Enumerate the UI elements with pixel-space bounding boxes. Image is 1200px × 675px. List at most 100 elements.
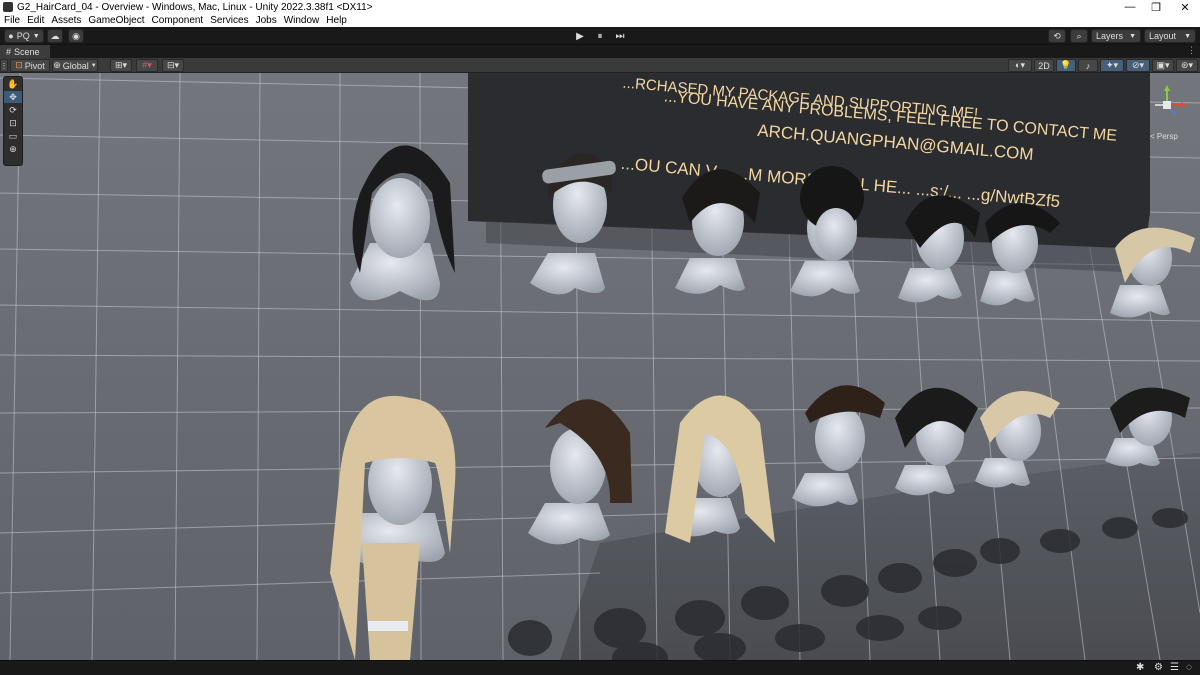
toolbar-grip[interactable]: ⋮	[0, 59, 8, 72]
account-icon: ●	[8, 31, 14, 41]
play-button[interactable]: ▶	[571, 28, 589, 44]
rect-icon: ▭	[8, 130, 18, 141]
effects-toggle[interactable]: ✦▾	[1100, 59, 1124, 72]
diagnostics-icon[interactable]: ✱	[1136, 662, 1144, 673]
scale-icon: ⊡	[9, 117, 17, 128]
maximize-button[interactable]: ❐	[1143, 0, 1169, 14]
menu-bar: File Edit Assets GameObject Component Se…	[0, 14, 1200, 27]
pivot-icon: ⊡	[15, 60, 23, 70]
title-bar: G2_HairCard_04 - Overview - Windows, Mac…	[0, 0, 1200, 14]
pivot-label: Pivot	[24, 60, 45, 71]
hand-icon: ✋	[7, 78, 19, 89]
transform-tools-panel: ✋ ✥ ⟳ ⊡ ▭ ⊕	[3, 76, 23, 166]
chevron-down-icon: ▼	[32, 32, 40, 40]
tab-bar: # Scene ⋮	[0, 45, 1200, 58]
grid-icon: #▾	[142, 60, 152, 70]
increment-snap-button[interactable]: ⊟▾	[162, 59, 184, 72]
snap-settings-button[interactable]: ⊞▾	[110, 59, 132, 72]
eye-slash-icon: ⊘▾	[1131, 60, 1145, 70]
layers-dropdown[interactable]: Layers ▼	[1091, 29, 1141, 43]
cloud-icon: ☁	[50, 30, 60, 41]
gizmos-button[interactable]: ⊛▾	[1176, 59, 1198, 72]
increment-icon: ⊟▾	[166, 60, 180, 70]
tab-scene[interactable]: # Scene	[0, 45, 50, 58]
globe-icon: ⊕	[53, 60, 61, 70]
camera-icon: ▣▾	[1156, 60, 1170, 70]
more-options-icon[interactable]: ⋮	[1187, 45, 1196, 56]
lighting-toggle[interactable]: 💡	[1056, 59, 1076, 72]
chevron-down-icon: ▼	[1184, 32, 1191, 40]
account-label: PQ	[16, 31, 30, 41]
view-tool-button[interactable]: ✋	[4, 78, 22, 90]
menu-edit[interactable]: Edit	[27, 15, 44, 26]
main-toolbar: ● PQ ▼ ☁ ◉ ▶ ⏸ ⏭ ⟲ ⌕ Layers ▼ Layout ▼	[0, 27, 1200, 45]
cloud-button[interactable]: ☁	[47, 29, 63, 43]
layers-label: Layers	[1096, 31, 1124, 41]
step-button[interactable]: ⏭	[611, 28, 629, 44]
minimize-button[interactable]: —	[1117, 0, 1143, 14]
collab-button[interactable]: ◉	[68, 29, 84, 43]
auto-generate-lighting-icon[interactable]: ◌	[1186, 662, 1192, 673]
transform-icon: ⊕	[9, 143, 17, 154]
2d-toggle[interactable]: 2D	[1034, 59, 1054, 72]
history-button[interactable]: ⟲	[1048, 29, 1066, 43]
global-toggle[interactable]: ⊕ Global ▼	[52, 59, 98, 72]
projection-label[interactable]: < Persp	[1150, 132, 1178, 141]
menu-component[interactable]: Component	[152, 15, 204, 26]
2d-label: 2D	[1038, 60, 1050, 71]
menu-help[interactable]: Help	[326, 15, 347, 26]
move-icon: ✥	[9, 91, 17, 102]
audio-toggle[interactable]: ♪	[1078, 59, 1098, 72]
rotate-icon: ⟳	[9, 104, 17, 115]
menu-gameobject[interactable]: GameObject	[88, 15, 144, 26]
pause-button[interactable]: ⏸	[591, 28, 609, 44]
menu-file[interactable]: File	[4, 15, 20, 26]
transform-tool-button[interactable]: ⊕	[4, 143, 22, 155]
collab-icon: ◉	[72, 30, 80, 41]
close-button[interactable]: ✕	[1172, 0, 1198, 14]
rotate-tool-button[interactable]: ⟳	[4, 104, 22, 116]
pivot-toggle[interactable]: ⊡ Pivot	[10, 59, 50, 72]
effects-icon: ✦▾	[1105, 60, 1119, 70]
progress-icon[interactable]: ☰	[1170, 662, 1179, 673]
unity-logo-icon	[3, 2, 13, 12]
layout-dropdown[interactable]: Layout ▼	[1144, 29, 1196, 43]
step-icon: ⏭	[615, 30, 625, 42]
snap-grid-icon: ⊞▾	[114, 60, 128, 70]
rect-tool-button[interactable]: ▭	[4, 130, 22, 142]
global-label: Global	[62, 60, 89, 71]
grid-snap-button[interactable]: #▾	[136, 59, 158, 72]
scene-visibility-toggle[interactable]: ⊘▾	[1126, 59, 1150, 72]
gizmos-icon: ⊛▾	[1180, 60, 1194, 70]
menu-assets[interactable]: Assets	[51, 15, 81, 26]
chevron-down-icon: ▼	[90, 62, 97, 69]
chevron-down-icon: ▼	[1129, 32, 1136, 40]
tab-scene-label: Scene	[14, 46, 40, 57]
scene-viewport[interactable]: ...RCHASED MY PACKAGE AND SUPPORTING ME!…	[0, 73, 1200, 660]
status-bar: ✱ ⚙ ☰ ◌	[0, 660, 1200, 675]
scale-tool-button[interactable]: ⊡	[4, 117, 22, 129]
speaker-icon: ♪	[1085, 60, 1091, 71]
history-icon: ⟲	[1053, 30, 1061, 41]
search-button[interactable]: ⌕	[1070, 29, 1088, 43]
bug-icon[interactable]: ⚙	[1154, 662, 1163, 673]
menu-window[interactable]: Window	[284, 15, 320, 26]
menu-jobs[interactable]: Jobs	[256, 15, 277, 26]
menu-services[interactable]: Services	[210, 15, 248, 26]
pause-icon: ⏸	[597, 30, 603, 42]
move-tool-button[interactable]: ✥	[4, 91, 22, 103]
layout-label: Layout	[1149, 31, 1177, 41]
search-icon: ⌕	[1076, 30, 1082, 41]
scene-toolbar: ⋮ ⊡ Pivot ⊕ Global ▼ ⊞▾ #▾ ⊟▾ ◐▾ 2D 💡 ♪ …	[0, 58, 1200, 73]
lightbulb-icon: 💡	[1060, 60, 1072, 70]
shading-sphere-icon: ◐▾	[1015, 60, 1025, 70]
play-icon: ▶	[576, 30, 584, 42]
camera-settings-button[interactable]: ▣▾	[1152, 59, 1174, 72]
window-title: G2_HairCard_04 - Overview - Windows, Mac…	[17, 1, 373, 13]
grip-icon: ⋮	[0, 62, 8, 70]
scene-render: ...RCHASED MY PACKAGE AND SUPPORTING ME!…	[0, 73, 1200, 660]
scene-hashtag-icon: #	[6, 46, 12, 57]
account-dropdown[interactable]: ● PQ ▼	[4, 29, 44, 43]
orientation-gizmo[interactable]	[1145, 83, 1195, 133]
shading-mode-button[interactable]: ◐▾	[1008, 59, 1032, 72]
